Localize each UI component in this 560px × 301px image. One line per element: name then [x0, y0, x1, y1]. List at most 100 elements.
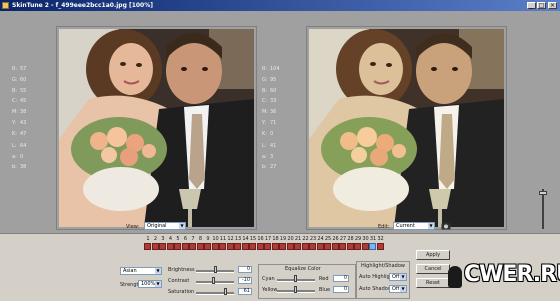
timeline-step[interactable]: [346, 243, 354, 250]
timeline-step[interactable]: [256, 243, 264, 250]
timeline-step[interactable]: [196, 243, 204, 250]
original-readout-key: L:: [12, 143, 17, 149]
reset-button[interactable]: Reset: [416, 278, 450, 288]
brightness-value[interactable]: 0: [238, 266, 252, 273]
timeline-step[interactable]: [279, 243, 286, 250]
current-readout-key: a:: [262, 154, 267, 160]
cancel-button[interactable]: Cancel: [416, 264, 450, 274]
timeline-step[interactable]: [354, 243, 361, 250]
blue-value[interactable]: 0: [333, 286, 349, 293]
original-readout-row: a: 0: [12, 154, 23, 160]
timeline-step[interactable]: [271, 243, 279, 250]
zoom-slider[interactable]: [538, 189, 548, 229]
brightness-label: Brightness: [168, 267, 195, 273]
original-readout-key: C:: [12, 98, 18, 104]
timeline-step[interactable]: [181, 243, 189, 250]
timeline-step[interactable]: [369, 243, 376, 250]
current-readout-value: 71: [270, 120, 277, 126]
brightness-slider-thumb[interactable]: [213, 266, 217, 273]
timeline-step[interactable]: [309, 243, 316, 250]
timeline-step[interactable]: [331, 243, 339, 250]
timeline-step[interactable]: [166, 243, 174, 250]
cyan-red-slider-thumb[interactable]: [294, 275, 297, 282]
saturation-slider-thumb[interactable]: [224, 288, 227, 295]
watermark-text: CWER.RU: [464, 262, 560, 287]
timeline-step[interactable]: [324, 243, 331, 250]
yellow-blue-slider-thumb[interactable]: [294, 286, 297, 293]
timeline-step[interactable]: [286, 243, 294, 250]
current-readout-key: b:: [262, 164, 267, 170]
skin-type-select[interactable]: Asian ▼: [120, 267, 162, 275]
contrast-value[interactable]: -10: [238, 277, 252, 284]
timeline-step[interactable]: [189, 243, 196, 250]
timeline-step[interactable]: [234, 243, 241, 250]
camera-icon[interactable]: [441, 222, 451, 230]
original-readout-value: 60: [20, 77, 27, 83]
timeline-step[interactable]: [249, 243, 256, 250]
current-readout-key: K:: [262, 131, 267, 137]
timeline-step[interactable]: [241, 243, 249, 250]
strength-select[interactable]: 100% ▼: [138, 280, 162, 288]
contrast-slider[interactable]: [196, 281, 234, 284]
original-readout-value: 57: [20, 66, 27, 72]
timeline-step[interactable]: [219, 243, 226, 250]
current-readout-value: 33: [270, 98, 277, 104]
original-readout-key: B:: [12, 88, 18, 94]
current-readout-row: b: 27: [262, 164, 276, 170]
edit-select[interactable]: Current ▼: [393, 222, 435, 230]
original-readout-value: 38: [20, 164, 27, 170]
original-photo[interactable]: [59, 29, 254, 227]
close-button[interactable]: ×: [548, 2, 557, 9]
timeline-step[interactable]: [264, 243, 271, 250]
current-readout-value: 104: [270, 66, 280, 72]
timeline-step[interactable]: [151, 243, 159, 250]
timeline-step[interactable]: [204, 243, 211, 250]
current-readout-value: 41: [270, 143, 277, 149]
timeline-step[interactable]: [316, 243, 324, 250]
timeline-step[interactable]: [211, 243, 219, 250]
current-readout-row: a: 3: [262, 154, 273, 160]
original-readout-row: G: 60: [12, 77, 26, 83]
current-readout-value: 27: [270, 164, 277, 170]
zoom-slider-thumb[interactable]: [539, 191, 547, 195]
timeline-step[interactable]: [376, 243, 384, 250]
auto-shadows-select[interactable]: Off ▼: [389, 285, 407, 293]
timeline-step[interactable]: [361, 243, 369, 250]
title-bar: SkinTune 2 - f_499eee2bcc1a0.jpg [100%] …: [0, 0, 560, 11]
minimize-button[interactable]: _: [527, 2, 536, 9]
saturation-slider[interactable]: [196, 292, 234, 295]
edit-label: Edit:: [378, 224, 390, 230]
current-readout-row: M: 36: [262, 109, 276, 115]
current-photo[interactable]: [309, 29, 504, 227]
timeline-step[interactable]: [226, 243, 234, 250]
original-readout-row: C: 45: [12, 98, 26, 104]
current-readout-key: B:: [262, 88, 268, 94]
timeline-step[interactable]: [159, 243, 166, 250]
current-readout-key: L:: [262, 143, 267, 149]
equalize-color-title: Equalize Color: [285, 266, 321, 272]
watermark-logo: CWER.RU: [448, 262, 560, 296]
contrast-slider-thumb[interactable]: [211, 277, 215, 284]
chevron-down-icon: ▼: [155, 268, 161, 274]
timeline-step[interactable]: [144, 243, 151, 250]
timeline-step[interactable]: [339, 243, 346, 250]
current-readout-row: K: 0: [262, 131, 273, 137]
timeline-step[interactable]: [301, 243, 309, 250]
saturation-value[interactable]: 61: [238, 288, 252, 295]
auto-highlights-select[interactable]: Off ▼: [389, 273, 407, 281]
current-readout-row: C: 33: [262, 98, 276, 104]
timeline-step[interactable]: [294, 243, 301, 250]
cyan-label: Cyan: [262, 276, 275, 282]
edit-select-value: Current: [396, 223, 415, 229]
blue-label: Blue: [319, 287, 331, 293]
maximize-button[interactable]: □: [537, 2, 546, 9]
chevron-down-icon: ▼: [179, 223, 185, 229]
apply-button[interactable]: Apply: [416, 250, 450, 260]
auto-highlights-value: Off: [392, 274, 400, 280]
original-readout-value: 43: [20, 120, 27, 126]
red-value[interactable]: 0: [333, 275, 349, 282]
view-select[interactable]: Original ▼: [144, 222, 186, 230]
timeline-step[interactable]: [174, 243, 181, 250]
current-readout-row: Y: 71: [262, 120, 276, 126]
view-label: View:: [126, 224, 140, 230]
